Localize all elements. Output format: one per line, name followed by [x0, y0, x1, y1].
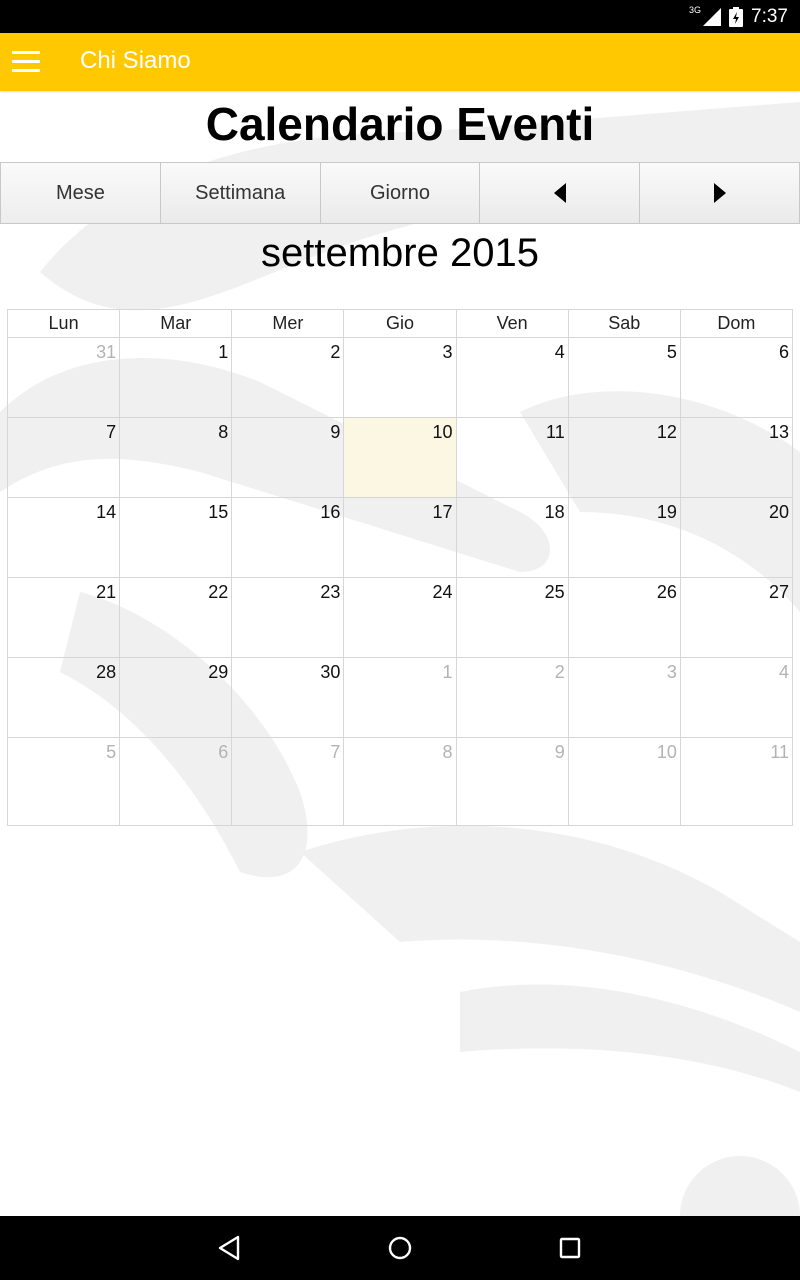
network-type-label: 3G: [689, 4, 702, 15]
day-cell[interactable]: 23: [231, 577, 345, 658]
calendar-grid: Lun Mar Mer Gio Ven Sab Dom 31 1 2 3 4 5…: [6, 309, 794, 826]
day-cell[interactable]: 29: [119, 657, 233, 738]
day-cell[interactable]: 28: [6, 657, 121, 738]
day-cell[interactable]: 8: [119, 417, 233, 498]
day-cell[interactable]: 3: [567, 657, 681, 738]
week-view-label: Settimana: [195, 181, 286, 204]
day-cell[interactable]: 4: [455, 337, 569, 418]
back-triangle-icon: [218, 1235, 240, 1261]
day-cell[interactable]: 31: [6, 337, 121, 418]
day-cell[interactable]: 14: [6, 497, 121, 578]
day-cell[interactable]: 13: [679, 417, 794, 498]
day-cell[interactable]: 2: [231, 337, 345, 418]
day-cell[interactable]: 9: [455, 737, 569, 826]
app-bar: Chi Siamo: [0, 33, 800, 91]
page-title: Calendario Eventi: [205, 98, 595, 150]
weekday-header: Mar: [119, 309, 233, 338]
battery-icon: [729, 6, 744, 27]
day-cell[interactable]: 11: [679, 737, 794, 826]
calendar-week-row: 7 8 9 10 11 12 13: [6, 417, 794, 498]
prev-month-button[interactable]: [479, 162, 641, 224]
day-cell[interactable]: 6: [679, 337, 794, 418]
day-cell[interactable]: 22: [119, 577, 233, 658]
day-cell[interactable]: 7: [231, 737, 345, 826]
calendar-week-row: 21 22 23 24 25 26 27: [6, 577, 794, 658]
calendar-toolbar: Mese Settimana Giorno: [0, 162, 800, 226]
day-cell[interactable]: 5: [6, 737, 121, 826]
status-bar: 3G 7:37: [0, 0, 800, 33]
back-button[interactable]: [145, 1216, 315, 1280]
day-cell[interactable]: 30: [231, 657, 345, 738]
day-cell[interactable]: 17: [343, 497, 457, 578]
weekday-header-row: Lun Mar Mer Gio Ven Sab Dom: [6, 309, 794, 338]
recents-square-icon: [559, 1237, 581, 1259]
next-month-button[interactable]: [639, 162, 800, 224]
day-cell[interactable]: 3: [343, 337, 457, 418]
day-cell[interactable]: 26: [567, 577, 681, 658]
triangle-right-icon: [713, 183, 726, 203]
weekday-header: Mer: [231, 309, 345, 338]
day-cell[interactable]: 9: [231, 417, 345, 498]
day-cell[interactable]: 5: [567, 337, 681, 418]
hamburger-menu-icon[interactable]: [12, 51, 40, 73]
month-title: settembre 2015: [261, 231, 539, 275]
day-cell[interactable]: 24: [343, 577, 457, 658]
app-bar-title: Chi Siamo: [80, 47, 191, 74]
day-cell[interactable]: 12: [567, 417, 681, 498]
day-cell[interactable]: 1: [119, 337, 233, 418]
day-view-label: Giorno: [369, 181, 430, 204]
day-cell[interactable]: 27: [679, 577, 794, 658]
day-cell[interactable]: 21: [6, 577, 121, 658]
main-content: Calendario Eventi Mese Settimana Giorno …: [0, 91, 800, 826]
day-cell[interactable]: 1: [343, 657, 457, 738]
day-cell[interactable]: 19: [567, 497, 681, 578]
day-cell[interactable]: 10: [567, 737, 681, 826]
day-cell[interactable]: 2: [455, 657, 569, 738]
home-button[interactable]: [315, 1216, 485, 1280]
day-cell[interactable]: 20: [679, 497, 794, 578]
day-cell[interactable]: 8: [343, 737, 457, 826]
month-view-button[interactable]: Mese: [0, 162, 161, 224]
calendar-week-row: 28 29 30 1 2 3 4: [6, 657, 794, 738]
day-cell[interactable]: 15: [119, 497, 233, 578]
day-cell[interactable]: 25: [455, 577, 569, 658]
weekday-header: Sab: [567, 309, 681, 338]
weekday-header: Lun: [6, 309, 121, 338]
weekday-header: Ven: [455, 309, 569, 338]
recents-button[interactable]: [485, 1216, 655, 1280]
day-cell[interactable]: 11: [455, 417, 569, 498]
clock: 7:37: [751, 5, 788, 27]
signal-icon: [703, 7, 722, 26]
day-cell[interactable]: 6: [119, 737, 233, 826]
calendar-week-row: 31 1 2 3 4 5 6: [6, 337, 794, 418]
day-cell[interactable]: 7: [6, 417, 121, 498]
home-circle-icon: [388, 1236, 412, 1260]
day-view-button[interactable]: Giorno: [319, 162, 481, 224]
weekday-header: Dom: [679, 309, 794, 338]
day-cell[interactable]: 4: [679, 657, 794, 738]
triangle-left-icon: [553, 183, 566, 203]
month-view-label: Mese: [55, 181, 105, 204]
day-cell-today[interactable]: 10: [343, 417, 457, 498]
day-cell[interactable]: 16: [231, 497, 345, 578]
status-icons: 3G 7:37: [689, 0, 788, 33]
day-cell[interactable]: 18: [455, 497, 569, 578]
calendar-week-row: 14 15 16 17 18 19 20: [6, 497, 794, 578]
calendar-week-row: 5 6 7 8 9 10 11: [6, 737, 794, 826]
navigation-bar: [0, 1216, 800, 1280]
week-view-button[interactable]: Settimana: [159, 162, 321, 224]
weekday-header: Gio: [343, 309, 457, 338]
